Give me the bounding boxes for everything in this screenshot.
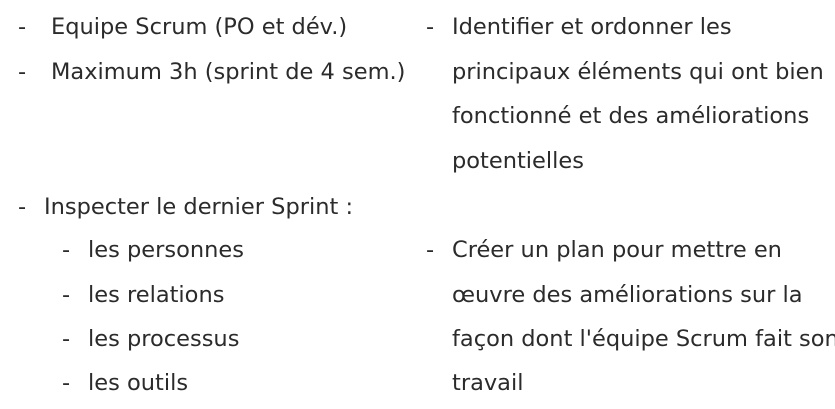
item-text-line: Créer un plan pour mettre en: [452, 237, 782, 263]
item-text-line: Identifier et ordonner les: [452, 14, 732, 40]
item-text-line: travail: [452, 370, 524, 396]
bullet-dash: -: [62, 282, 71, 308]
sub-item-text: les processus: [88, 326, 240, 352]
sub-item-text: les personnes: [88, 237, 244, 263]
sub-item-text: les outils: [88, 370, 189, 396]
sub-item-text: les relations: [88, 282, 225, 308]
item-text-line: potentielles: [452, 148, 584, 174]
bullet-dash: -: [18, 194, 27, 220]
item-text-line: façon dont l'équipe Scrum fait son: [452, 326, 835, 352]
item-text-line: œuvre des améliorations sur la: [452, 282, 803, 308]
bullet-dash: -: [62, 237, 71, 263]
bullet-dash: -: [18, 59, 27, 85]
item-text: Inspecter le dernier Sprint :: [44, 194, 354, 220]
item-text: Maximum 3h (sprint de 4 sem.): [51, 59, 406, 85]
item-text-line: fonctionné et des améliorations: [452, 103, 810, 129]
bullet-dash: -: [426, 237, 435, 263]
item-text-line: principaux éléments qui ont bien: [452, 59, 824, 85]
bullet-dash: -: [426, 14, 435, 40]
bullet-dash: -: [62, 370, 71, 396]
bullet-dash: -: [18, 14, 27, 40]
item-text: Equipe Scrum (PO et dév.): [51, 14, 348, 40]
bullet-dash: -: [62, 326, 71, 352]
